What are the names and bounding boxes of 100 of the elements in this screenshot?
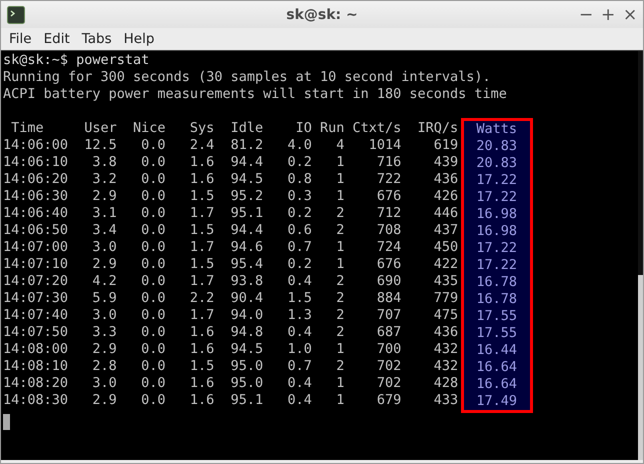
table-cell-text: 2: [335, 324, 344, 341]
table-cell-text: 2: [335, 290, 344, 307]
table-cell-text: 722: [376, 171, 402, 188]
table-cell: 14:08:10: [3, 358, 68, 375]
table-cell-text: 676: [376, 256, 402, 273]
table-cell-text: 446: [432, 205, 458, 222]
table-cell-text: 707: [376, 307, 402, 324]
table-cell-text: 95.4: [230, 256, 264, 273]
table-cell: 17.49: [476, 393, 517, 410]
table-cell-text: 1: [335, 171, 344, 188]
table-cell-text: 2: [335, 358, 344, 375]
table-cell-text: 1.3: [286, 307, 312, 324]
table-cell-text: 475: [432, 307, 458, 324]
scrollbar[interactable]: [638, 51, 643, 460]
table-cell-text: 0.7: [286, 239, 312, 256]
table-cell-text: 432: [432, 358, 458, 375]
table-cell: 17.55: [476, 325, 517, 342]
window-control[interactable]: +: [601, 4, 615, 24]
table-cell-text: 426: [432, 188, 458, 205]
table-cell-text: 700: [376, 341, 402, 358]
column-header: Run: [318, 120, 344, 137]
column-header: IO: [294, 120, 312, 137]
table-cell: 20.83: [476, 138, 517, 155]
terminal-line: ACPI battery power measurements will start in 180 seconds time: [3, 86, 508, 103]
table-cell: 17.22: [476, 172, 517, 189]
table-cell-text: 0.0: [140, 290, 166, 307]
table-cell: 14:07:40: [3, 307, 68, 324]
table-cell-text: 687: [376, 324, 402, 341]
table-cell-text: 1.5: [188, 256, 214, 273]
table-cell-text: 0.4: [286, 324, 312, 341]
table-cell-text: 5.9: [91, 290, 117, 307]
table-cell: 16.98: [476, 223, 517, 240]
table-cell-text: 0.0: [140, 324, 166, 341]
table-cell-text: 95.2: [230, 188, 264, 205]
table-cell-text: 450: [432, 239, 458, 256]
table-cell: 16.64: [476, 376, 517, 393]
table-cell-text: 1: [335, 188, 344, 205]
table-cell-text: 437: [432, 222, 458, 239]
table-cell-text: 0.4: [286, 392, 312, 409]
table-cell: 14:07:50: [3, 324, 68, 341]
table-cell-text: 1.7: [188, 205, 214, 222]
table-cell-text: 0.0: [140, 273, 166, 290]
table-cell-text: 708: [376, 222, 402, 239]
table-cell-text: 0.0: [140, 341, 166, 358]
table-cell-text: 3.0: [91, 239, 117, 256]
table-cell-text: 1: [335, 392, 344, 409]
table-cell-text: 712: [376, 205, 402, 222]
table-cell-text: 679: [376, 392, 402, 409]
table-cell-text: 1.0: [286, 341, 312, 358]
table-cell-text: 94.5: [230, 171, 264, 188]
table-cell: 14:06:30: [3, 188, 68, 205]
column-header: Sys: [188, 120, 214, 137]
table-cell: 14:06:20: [3, 171, 68, 188]
column-header: IRQ/s: [416, 120, 458, 137]
table-cell: 14:06:00: [3, 137, 68, 154]
menu-item[interactable]: Help: [118, 31, 160, 47]
window-control[interactable]: −: [579, 4, 593, 24]
table-cell-text: 0.0: [140, 375, 166, 392]
table-cell: 14:06:40: [3, 205, 68, 222]
table-cell-text: 3.0: [91, 307, 117, 324]
menu-item[interactable]: Edit: [38, 31, 76, 47]
table-cell-text: 619: [432, 137, 458, 154]
table-cell-text: 1.5: [188, 188, 214, 205]
table-cell: 14:07:00: [3, 239, 68, 256]
window-control[interactable]: ×: [623, 4, 637, 24]
cursor: [3, 414, 10, 430]
table-cell-text: 1014: [368, 137, 402, 154]
table-cell-text: 2: [335, 273, 344, 290]
table-cell-text: 12.5: [83, 137, 117, 154]
menu-item[interactable]: File: [3, 31, 38, 47]
table-cell-text: 2: [335, 222, 344, 239]
table-cell-text: 428: [432, 375, 458, 392]
table-cell-text: 94.6: [230, 239, 264, 256]
menu-item[interactable]: Tabs: [76, 31, 118, 47]
scrollbar-thumb[interactable]: [638, 275, 643, 460]
table-cell-text: 884: [376, 290, 402, 307]
window-title: sk@sk: ~: [286, 6, 358, 22]
table-cell-text: 702: [376, 358, 402, 375]
table-cell-text: 1.7: [188, 273, 214, 290]
table-cell-text: 422: [432, 256, 458, 273]
table-cell-text: 0.0: [140, 188, 166, 205]
table-cell-text: 93.8: [230, 273, 264, 290]
terminal-icon: [7, 6, 25, 24]
table-cell-text: 2: [335, 307, 344, 324]
table-cell-text: 0.8: [286, 171, 312, 188]
table-cell-text: 432: [432, 341, 458, 358]
table-cell-text: 3.2: [91, 171, 117, 188]
table-cell-text: 2: [335, 205, 344, 222]
table-cell-text: 0.0: [140, 154, 166, 171]
table-cell-text: 1.6: [188, 341, 214, 358]
table-cell: 14:07:20: [3, 273, 68, 290]
table-cell: 14:08:30: [3, 392, 68, 409]
table-cell: 16.78: [476, 274, 517, 291]
table-cell-text: 95.1: [230, 205, 264, 222]
table-cell-text: 95.0: [230, 375, 264, 392]
table-cell-text: 0.0: [140, 239, 166, 256]
table-cell-text: 1.5: [286, 290, 312, 307]
column-header: Idle: [230, 120, 264, 137]
table-cell-text: 1: [335, 154, 344, 171]
table-cell-text: 3.4: [91, 222, 117, 239]
